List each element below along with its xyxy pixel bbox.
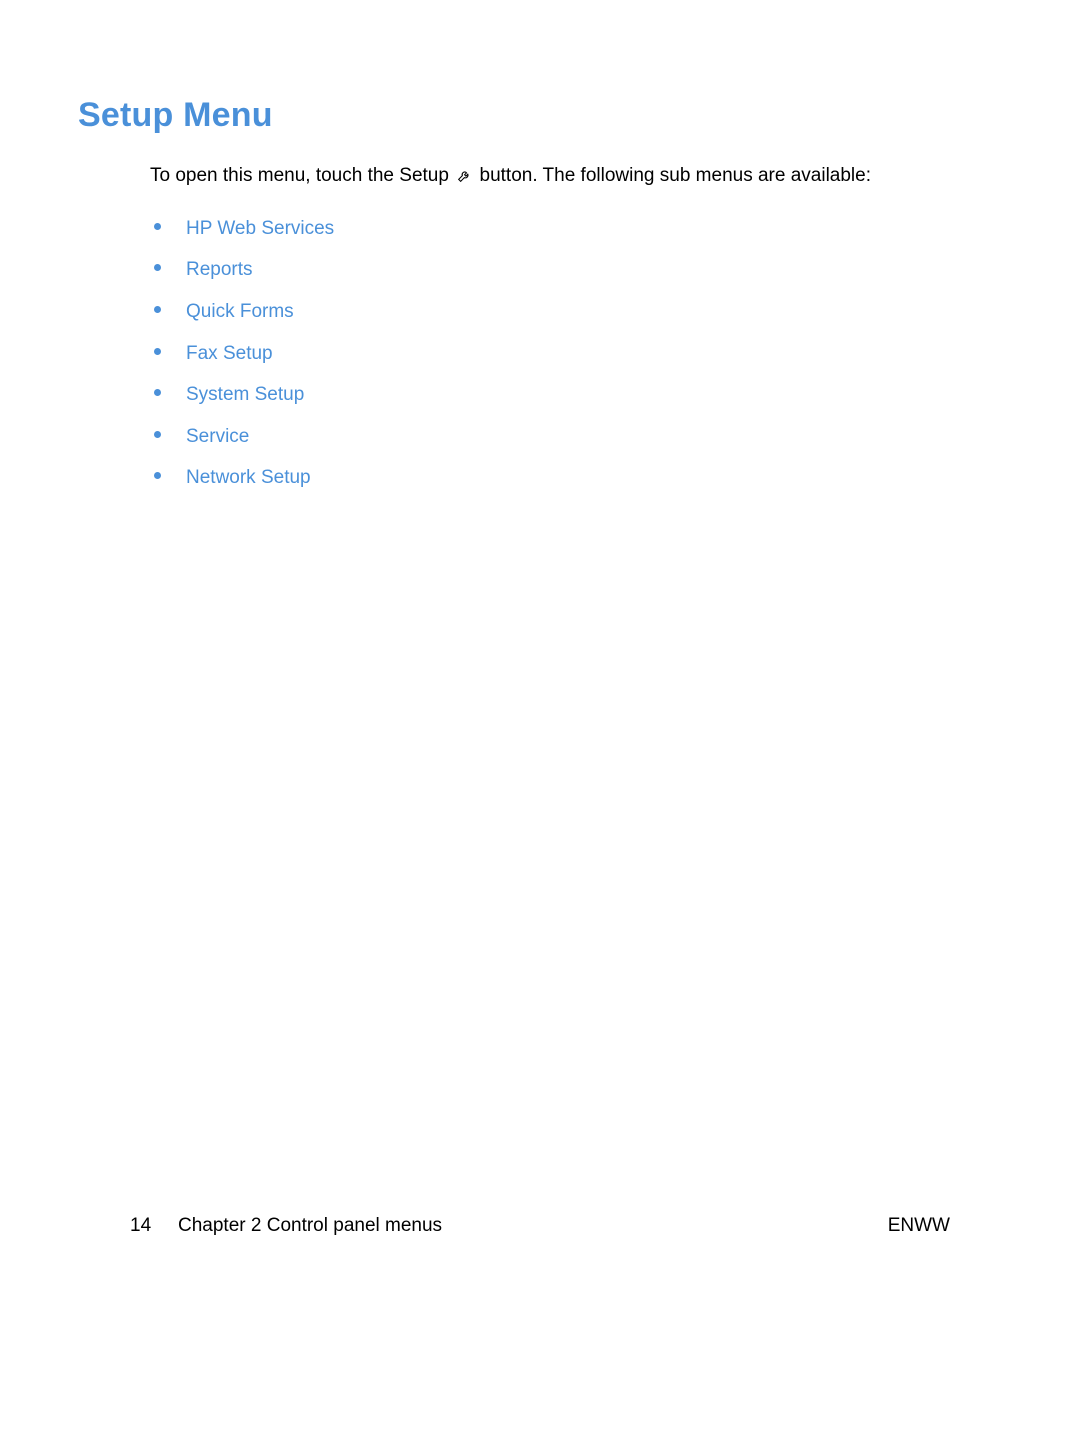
- list-item: System Setup: [150, 382, 950, 408]
- intro-text-suffix: button. The following sub menus are avai…: [474, 165, 871, 186]
- list-item: Reports: [150, 257, 950, 283]
- footer-right: ENWW: [888, 1215, 950, 1237]
- link-quick-forms[interactable]: Quick Forms: [186, 301, 294, 322]
- link-network-setup[interactable]: Network Setup: [186, 467, 311, 488]
- list-item: HP Web Services: [150, 216, 950, 242]
- document-page: Setup Menu To open this menu, touch the …: [0, 0, 1080, 1437]
- intro-text-prefix: To open this menu, touch the Setup: [150, 165, 454, 186]
- link-service[interactable]: Service: [186, 426, 249, 447]
- setup-wrench-icon: [456, 166, 472, 192]
- link-reports[interactable]: Reports: [186, 259, 253, 280]
- list-item: Fax Setup: [150, 341, 950, 367]
- intro-paragraph: To open this menu, touch the Setup butto…: [150, 163, 950, 192]
- list-item: Network Setup: [150, 465, 950, 491]
- page-number: 14: [130, 1215, 158, 1237]
- submenu-list: HP Web Services Reports Quick Forms Fax …: [150, 216, 950, 491]
- page-title: Setup Menu: [78, 96, 950, 135]
- chapter-label: Chapter 2 Control panel menus: [178, 1215, 442, 1237]
- link-hp-web-services[interactable]: HP Web Services: [186, 218, 334, 239]
- list-item: Quick Forms: [150, 299, 950, 325]
- list-item: Service: [150, 424, 950, 450]
- link-system-setup[interactable]: System Setup: [186, 384, 304, 405]
- page-footer: 14 Chapter 2 Control panel menus ENWW: [130, 1215, 950, 1237]
- link-fax-setup[interactable]: Fax Setup: [186, 343, 273, 364]
- footer-left: 14 Chapter 2 Control panel menus: [130, 1215, 442, 1237]
